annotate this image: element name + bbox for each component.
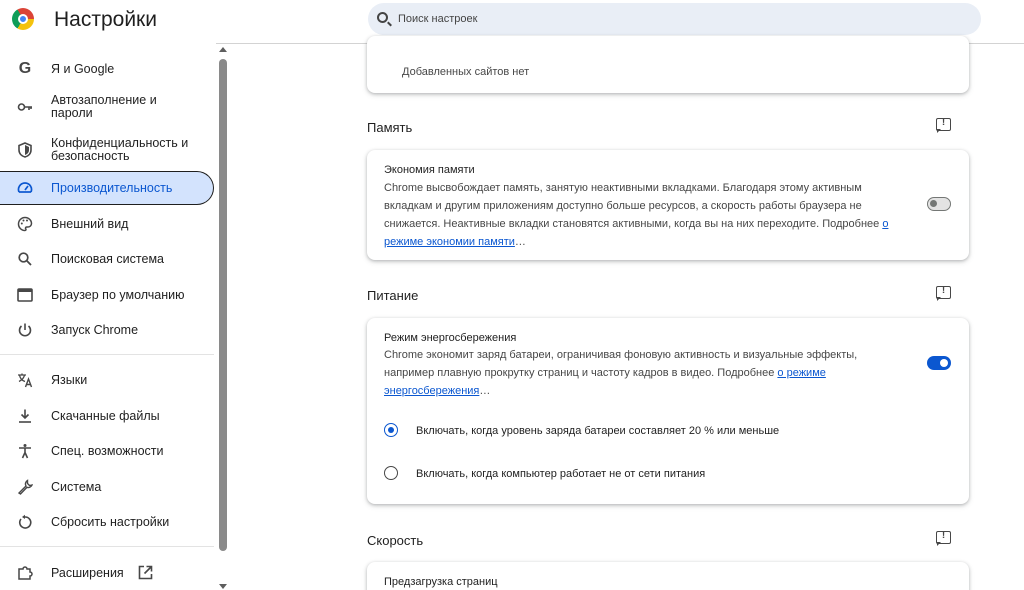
description-line: Chrome экономит заряд батареи, ограничив… <box>384 349 858 361</box>
radio-battery-20[interactable] <box>384 423 398 437</box>
energy-saver-description: Chrome экономит заряд батареи, ограничив… <box>384 346 874 400</box>
sidebar-item-on-startup[interactable]: Запуск Chrome <box>0 313 214 347</box>
ellipsis: … <box>514 236 526 248</box>
description-line: снижается. Неактивные вкладки становятся… <box>384 215 914 233</box>
sidebar-divider <box>0 354 214 355</box>
search-box[interactable] <box>368 3 981 35</box>
sidebar-item-accessibility[interactable]: Спец. возможности <box>0 434 214 468</box>
feedback-icon[interactable] <box>936 530 951 546</box>
sidebar-scrollbar[interactable] <box>219 59 227 551</box>
description-line: например плавную прокрутку страниц и час… <box>384 364 874 382</box>
sidebar-item-label: Расширения <box>51 565 124 580</box>
no-sites-text: Добавленных сайтов нет <box>402 66 530 78</box>
sidebar-item-label: Автозаполнение и пароли <box>51 93 157 120</box>
memory-section-title: Память <box>367 120 413 135</box>
open-in-new-icon <box>138 565 153 585</box>
accessibility-icon <box>17 443 33 459</box>
memory-saver-toggle[interactable] <box>927 197 951 211</box>
description-line: режиме экономии памяти… <box>384 233 914 251</box>
google-g-icon: G <box>18 60 32 77</box>
sidebar-item-label: Сбросить настройки <box>51 514 170 529</box>
scroll-up-arrow[interactable] <box>219 47 227 52</box>
description-line: вкладкам и другим приложениям доступно б… <box>384 200 862 212</box>
sidebar-item-downloads[interactable]: Скачанные файлы <box>0 399 214 433</box>
shield-icon <box>17 142 33 158</box>
page-title: Настройки <box>54 8 157 31</box>
search-icon <box>17 251 33 267</box>
preload-card: Предзагрузка страниц <box>367 562 969 590</box>
power-icon <box>17 322 33 338</box>
sidebar-item-label: Я и Google <box>51 61 115 76</box>
sidebar-item-performance[interactable]: Производительность <box>0 171 214 205</box>
energy-saver-title: Режим энергосбережения <box>384 332 517 344</box>
sidebar-item-label: Поисковая система <box>51 251 164 266</box>
radio-battery-20-label[interactable]: Включать, когда уровень заряда батареи с… <box>416 425 779 437</box>
learn-more-link[interactable]: режиме экономии памяти <box>384 236 515 248</box>
learn-more-link[interactable]: о <box>882 218 888 230</box>
sidebar-item-reset[interactable]: Сбросить настройки <box>0 505 214 539</box>
download-icon <box>17 408 33 424</box>
key-icon <box>17 99 33 115</box>
sidebar-item-label: Спец. возможности <box>51 443 164 458</box>
sidebar-item-search-engine[interactable]: Поисковая система <box>0 242 214 276</box>
radio-unplugged-label[interactable]: Включать, когда компьютер работает не от… <box>416 468 705 480</box>
sidebar-item-privacy[interactable]: Конфиденциальность и безопасность <box>0 132 214 168</box>
description-text: например плавную прокрутку страниц и час… <box>384 367 778 379</box>
browser-window-icon <box>17 287 33 303</box>
sidebar-item-label: Конфиденциальность и безопасность <box>51 136 189 163</box>
radio-unplugged[interactable] <box>384 466 398 480</box>
sidebar-item-label: Производительность <box>51 180 173 195</box>
sidebar-item-default-browser[interactable]: Браузер по умолчанию <box>0 278 214 312</box>
reset-icon <box>17 514 33 530</box>
chrome-logo-icon <box>12 8 34 30</box>
feedback-icon[interactable] <box>936 285 951 301</box>
sidebar-item-label: Система <box>51 479 102 494</box>
speedometer-icon <box>17 180 33 196</box>
search-icon <box>377 12 388 23</box>
feedback-icon[interactable] <box>936 117 951 133</box>
description-line: Chrome высвобождает память, занятую неак… <box>384 182 862 194</box>
sidebar-item-label: Внешний вид <box>51 216 129 231</box>
translate-icon <box>17 372 33 388</box>
search-input[interactable] <box>398 3 958 35</box>
preload-title: Предзагрузка страниц <box>384 576 498 588</box>
description-text: снижается. Неактивные вкладки становятся… <box>384 218 883 230</box>
learn-more-link[interactable]: энергосбережения <box>384 385 479 397</box>
energy-saver-card: Режим энергосбережения Chrome экономит з… <box>367 318 969 504</box>
sidebar-item-label: Скачанные файлы <box>51 408 160 423</box>
sidebar-divider <box>0 546 214 547</box>
sidebar-item-languages[interactable]: Языки <box>0 363 214 397</box>
description-line: энергосбережения… <box>384 382 874 400</box>
sidebar-item-label: Языки <box>51 372 88 387</box>
sidebar-item-you-and-google[interactable]: G Я и Google <box>0 52 214 86</box>
memory-saver-card: Экономия памяти Chrome высвобождает памя… <box>367 150 969 260</box>
speed-section-title: Скорость <box>367 533 424 548</box>
palette-icon <box>17 216 33 232</box>
ellipsis: … <box>479 385 491 397</box>
memory-saver-title: Экономия памяти <box>384 164 475 176</box>
sidebar-item-appearance[interactable]: Внешний вид <box>0 207 214 241</box>
energy-saver-toggle[interactable] <box>927 356 951 370</box>
wrench-icon <box>17 479 33 495</box>
sidebar: G Я и Google Автозаполнение и пароли Кон… <box>0 44 230 590</box>
sidebar-item-label: Запуск Chrome <box>51 322 139 337</box>
puzzle-icon <box>17 565 33 581</box>
sidebar-item-system[interactable]: Система <box>0 470 214 504</box>
scroll-down-arrow[interactable] <box>219 584 227 589</box>
sidebar-item-autofill[interactable]: Автозаполнение и пароли <box>0 89 214 125</box>
memory-saver-description: Chrome высвобождает память, занятую неак… <box>384 179 914 251</box>
sidebar-item-extensions[interactable]: Расширения <box>0 556 214 590</box>
power-section-title: Питание <box>367 288 419 303</box>
sidebar-item-label: Браузер по умолчанию <box>51 287 185 302</box>
learn-more-link[interactable]: о режиме <box>777 367 825 379</box>
sites-card: Добавленных сайтов нет <box>367 36 969 93</box>
